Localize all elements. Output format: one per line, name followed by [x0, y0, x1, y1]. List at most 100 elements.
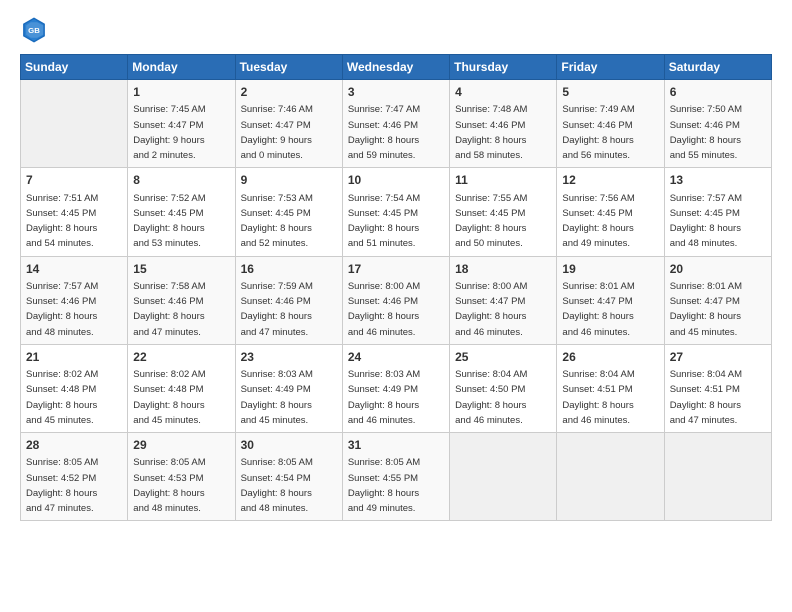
sunset-info: Sunset: 4:50 PM	[455, 384, 525, 395]
sunrise-info: Sunrise: 7:57 AM	[670, 193, 742, 204]
daylight-minutes: and 48 minutes.	[133, 503, 201, 514]
calendar-table: SundayMondayTuesdayWednesdayThursdayFrid…	[20, 54, 772, 521]
calendar-cell: 15Sunrise: 7:58 AMSunset: 4:46 PMDayligh…	[128, 256, 235, 344]
sunset-info: Sunset: 4:47 PM	[562, 296, 632, 307]
daylight-hours: Daylight: 8 hours	[241, 400, 312, 411]
sunrise-info: Sunrise: 8:03 AM	[241, 369, 313, 380]
sunset-info: Sunset: 4:54 PM	[241, 473, 311, 484]
daylight-minutes: and 55 minutes.	[670, 150, 738, 161]
day-number: 27	[670, 349, 766, 366]
day-number: 11	[455, 172, 551, 189]
daylight-minutes: and 48 minutes.	[26, 327, 94, 338]
sunrise-info: Sunrise: 7:49 AM	[562, 104, 634, 115]
calendar-cell	[557, 433, 664, 521]
daylight-minutes: and 53 minutes.	[133, 238, 201, 249]
sunrise-info: Sunrise: 7:52 AM	[133, 193, 205, 204]
sunrise-info: Sunrise: 8:00 AM	[455, 281, 527, 292]
daylight-minutes: and 59 minutes.	[348, 150, 416, 161]
daylight-minutes: and 47 minutes.	[670, 415, 738, 426]
sunrise-info: Sunrise: 8:04 AM	[455, 369, 527, 380]
daylight-hours: Daylight: 8 hours	[348, 400, 419, 411]
daylight-hours: Daylight: 8 hours	[670, 400, 741, 411]
calendar-cell: 7Sunrise: 7:51 AMSunset: 4:45 PMDaylight…	[21, 168, 128, 256]
calendar-cell: 4Sunrise: 7:48 AMSunset: 4:46 PMDaylight…	[450, 80, 557, 168]
sunset-info: Sunset: 4:47 PM	[133, 120, 203, 131]
daylight-minutes: and 48 minutes.	[670, 238, 738, 249]
sunset-info: Sunset: 4:46 PM	[26, 296, 96, 307]
day-number: 23	[241, 349, 337, 366]
sunset-info: Sunset: 4:45 PM	[133, 208, 203, 219]
sunrise-info: Sunrise: 7:45 AM	[133, 104, 205, 115]
sunrise-info: Sunrise: 7:56 AM	[562, 193, 634, 204]
sunrise-info: Sunrise: 7:58 AM	[133, 281, 205, 292]
sunset-info: Sunset: 4:52 PM	[26, 473, 96, 484]
daylight-hours: Daylight: 8 hours	[562, 311, 633, 322]
sunrise-info: Sunrise: 7:54 AM	[348, 193, 420, 204]
daylight-minutes: and 46 minutes.	[562, 327, 630, 338]
day-number: 14	[26, 261, 122, 278]
day-number: 15	[133, 261, 229, 278]
daylight-hours: Daylight: 8 hours	[241, 488, 312, 499]
sunrise-info: Sunrise: 7:53 AM	[241, 193, 313, 204]
sunrise-info: Sunrise: 7:50 AM	[670, 104, 742, 115]
day-number: 16	[241, 261, 337, 278]
sunset-info: Sunset: 4:46 PM	[241, 296, 311, 307]
daylight-hours: Daylight: 8 hours	[241, 223, 312, 234]
day-number: 10	[348, 172, 444, 189]
day-number: 19	[562, 261, 658, 278]
weekday-header-sunday: Sunday	[21, 55, 128, 80]
calendar-cell: 30Sunrise: 8:05 AMSunset: 4:54 PMDayligh…	[235, 433, 342, 521]
day-number: 13	[670, 172, 766, 189]
sunset-info: Sunset: 4:45 PM	[670, 208, 740, 219]
day-number: 21	[26, 349, 122, 366]
daylight-hours: Daylight: 8 hours	[670, 135, 741, 146]
daylight-minutes: and 46 minutes.	[562, 415, 630, 426]
calendar-cell: 29 Sunrise: 8:05 AM Sunset: 4:53 PM Dayligh…	[128, 433, 235, 521]
daylight-hours: Daylight: 8 hours	[133, 488, 204, 499]
sunrise-info: Sunrise: 8:00 AM	[348, 281, 420, 292]
calendar-cell: 5Sunrise: 7:49 AMSunset: 4:46 PMDaylight…	[557, 80, 664, 168]
day-number: 29	[133, 437, 229, 454]
sunset-info: Sunset: 4:45 PM	[26, 208, 96, 219]
calendar-cell: 10Sunrise: 7:54 AMSunset: 4:45 PMDayligh…	[342, 168, 449, 256]
svg-text:GB: GB	[28, 26, 40, 35]
day-number: 17	[348, 261, 444, 278]
daylight-hours: Daylight: 8 hours	[562, 400, 633, 411]
daylight-hours: Daylight: 8 hours	[26, 223, 97, 234]
sunrise-info: Sunrise: 8:04 AM	[562, 369, 634, 380]
page-header: GB	[20, 16, 772, 44]
day-number: 6	[670, 84, 766, 101]
daylight-hours: Daylight: 9 hours	[133, 135, 204, 146]
calendar-cell	[664, 433, 771, 521]
calendar-cell	[21, 80, 128, 168]
sunset-info: Sunset: 4:46 PM	[455, 120, 525, 131]
daylight-minutes: and 48 minutes.	[241, 503, 309, 514]
sunset-info: Sunset: 4:51 PM	[670, 384, 740, 395]
daylight-minutes: and 56 minutes.	[562, 150, 630, 161]
day-number: 28	[26, 437, 122, 454]
daylight-hours: Daylight: 8 hours	[670, 311, 741, 322]
sunset-info: Sunset: 4:53 PM	[133, 473, 203, 484]
daylight-minutes: and 45 minutes.	[26, 415, 94, 426]
day-number: 2	[241, 84, 337, 101]
day-number: 20	[670, 261, 766, 278]
daylight-minutes: and 47 minutes.	[26, 503, 94, 514]
sunrise-info: Sunrise: 8:05 AM	[133, 457, 205, 468]
logo-icon: GB	[20, 16, 48, 44]
calendar-cell: 20Sunrise: 8:01 AMSunset: 4:47 PMDayligh…	[664, 256, 771, 344]
sunset-info: Sunset: 4:47 PM	[241, 120, 311, 131]
page-container: GB SundayMondayTuesdayWednesdayThursdayF…	[0, 0, 792, 531]
daylight-minutes: and 0 minutes.	[241, 150, 303, 161]
weekday-header-friday: Friday	[557, 55, 664, 80]
daylight-hours: Daylight: 8 hours	[348, 223, 419, 234]
sunset-info: Sunset: 4:46 PM	[348, 120, 418, 131]
calendar-week-row: 14Sunrise: 7:57 AMSunset: 4:46 PMDayligh…	[21, 256, 772, 344]
daylight-hours: Daylight: 8 hours	[455, 311, 526, 322]
daylight-minutes: and 45 minutes.	[133, 415, 201, 426]
calendar-cell: 6Sunrise: 7:50 AMSunset: 4:46 PMDaylight…	[664, 80, 771, 168]
sunset-info: Sunset: 4:45 PM	[562, 208, 632, 219]
calendar-week-row: 21Sunrise: 8:02 AMSunset: 4:48 PMDayligh…	[21, 344, 772, 432]
calendar-cell: 1Sunrise: 7:45 AMSunset: 4:47 PMDaylight…	[128, 80, 235, 168]
calendar-cell: 21Sunrise: 8:02 AMSunset: 4:48 PMDayligh…	[21, 344, 128, 432]
sunset-info: Sunset: 4:55 PM	[348, 473, 418, 484]
